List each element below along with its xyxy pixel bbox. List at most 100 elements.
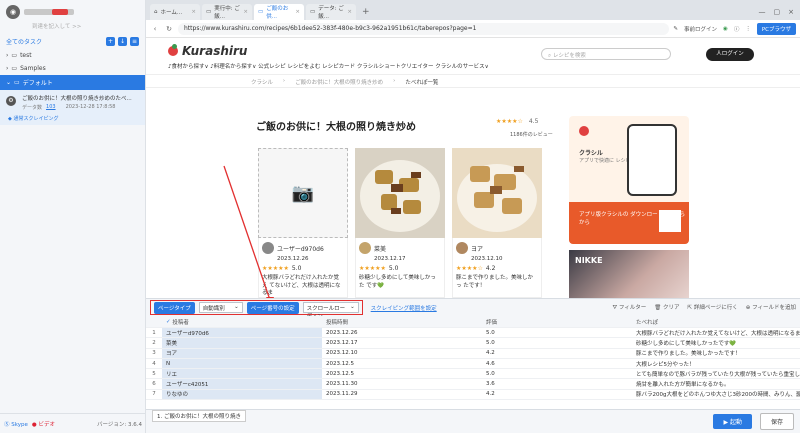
- address-bar: ‹ ↻ https://www.kurashiru.com/recipes/6b…: [146, 20, 800, 38]
- more-icon[interactable]: ⋮: [745, 26, 751, 32]
- rating: ★★★★☆ 4.5: [496, 118, 538, 125]
- folder-default[interactable]: ⌄ ▭ デフォルト: [0, 75, 145, 90]
- start-button[interactable]: ▶ 起動: [713, 414, 752, 429]
- tab-recipe[interactable]: ▭ ご飯のお供... ×: [254, 4, 304, 20]
- username-redacted: [24, 9, 74, 15]
- browser-window: ⌂ ホーム... × ▭ 実行中: ご飯... × ▭ ご飯のお供... × ▭ データ: ご…: [146, 0, 800, 298]
- task-count[interactable]: 103: [46, 104, 56, 111]
- refresh-icon[interactable]: ↻: [164, 25, 174, 33]
- column-header[interactable]: ✓ 投稿者: [162, 316, 322, 327]
- url-input[interactable]: https://www.kurashiru.com/recipes/6b1dee…: [178, 22, 670, 35]
- all-tasks-title[interactable]: 全てのタスク: [6, 37, 42, 46]
- task-tab[interactable]: 1. ご飯のお供に！大根の照り焼き: [152, 409, 246, 422]
- chevron-down-icon: ⌄: [6, 79, 12, 86]
- advertisement[interactable]: NIKKE: [569, 250, 689, 298]
- tasks-header: 全てのタスク + ↓ ≡: [0, 34, 145, 49]
- sort-icon[interactable]: ≡: [130, 37, 139, 46]
- maximize-icon[interactable]: ▢: [774, 8, 781, 16]
- pagination-select[interactable]: スクロールローディン⌄: [302, 302, 359, 320]
- table-header: ✓ 投稿者 投稿時間 評価 たべれぽ: [146, 316, 800, 328]
- pre-login-button[interactable]: 事前ログイン: [684, 25, 717, 33]
- login-button[interactable]: 人ログイン: [706, 48, 754, 61]
- food-photo: [355, 148, 445, 238]
- chevron-down-icon: ⌄: [350, 304, 355, 310]
- pc-browser-button[interactable]: PCブラウザ: [756, 22, 796, 35]
- review-count[interactable]: 1186件のレビュー: [510, 131, 553, 138]
- extension-icon[interactable]: ◉: [723, 26, 728, 32]
- close-window-icon[interactable]: ×: [788, 8, 794, 16]
- table-row[interactable]: 4 N 2023.12.5 4.6 大根レシピ5分やった！: [146, 358, 800, 370]
- table-row[interactable]: 7 りなゆの 2023.11.29 4.2 豚バラ200g大根をどのホんつゆ大さじ3砂2…: [146, 389, 800, 401]
- table-row[interactable]: 6 ユーザーc42051 2023.11.30 3.6 焼甘を離入れた方が簡単になるかも…: [146, 379, 800, 390]
- add-field-button[interactable]: ⊕ フィールドを追加: [746, 303, 796, 312]
- recipe-search-input[interactable]: ⌕ レシピを検索: [541, 48, 671, 60]
- breadcrumb: クラシル › ご飯のお供に！大根の照り焼き炒め › たべれぽ一覧: [146, 74, 800, 88]
- user-profile[interactable]: ◉: [0, 0, 145, 24]
- page-type-select[interactable]: 自動識別 ⌄: [198, 302, 243, 313]
- review-card[interactable]: 菜美 2023.12.17 ★★★★★ 5.0 砂糖少し多めにして美味しかった で…: [355, 148, 445, 298]
- trash-icon: 🗑: [654, 305, 662, 311]
- robot-icon: ⚙: [6, 96, 16, 106]
- folder-test[interactable]: › ▭ test: [0, 49, 145, 62]
- review-card[interactable]: 📷 ユーザーd970d6 2023.12.26 ★★★★★ 5.0 大根豚バラどれ…: [258, 148, 348, 298]
- chevron-right-icon: ›: [6, 65, 9, 72]
- folder-icon: ▭: [11, 65, 18, 72]
- data-table: ✓ 投稿者 投稿時間 評価 たべれぽ 1 ユーザーd970d6 2023.12.26…: [146, 316, 800, 409]
- extraction-toolbar: ページタイプ 自動識別⌄ ページ番号の設定 スクロールローディン⌄ スクレイピン…: [146, 298, 800, 320]
- save-button[interactable]: 保存: [759, 413, 794, 430]
- webpage: Kurashiru ♪食材から探す∨ ♪料理名から探す∨ 公式レシピ レシピをよ…: [146, 38, 800, 298]
- new-tab-icon[interactable]: +: [358, 7, 374, 20]
- table-row[interactable]: 3 ヨア 2023.12.10 4.2 豚こまで作りました。美味しかったです！: [146, 348, 800, 359]
- tab-bar: ⌂ ホーム... × ▭ 実行中: ご飯... × ▭ ご飯のお供... × ▭ データ: ご…: [146, 0, 800, 20]
- video-link[interactable]: ● ビデオ: [32, 420, 55, 428]
- page-icon: ▭: [258, 9, 264, 15]
- table-row[interactable]: 1 ユーザーd970d6 2023.12.26 5.0 大根豚バラどれだけ入れたか覚えて…: [146, 328, 800, 339]
- folder-samples[interactable]: › ▭ Samples: [0, 62, 145, 75]
- profile-hint[interactable]: 到達を記入して >>: [0, 22, 145, 30]
- camera-icon: 📷: [258, 148, 348, 238]
- page-icon: ▭: [206, 9, 212, 15]
- close-icon: ×: [243, 9, 248, 15]
- edit-icon[interactable]: ✎: [673, 26, 678, 32]
- detail-page-button[interactable]: ⇱ 詳細ページに行く: [688, 303, 738, 312]
- rating-stars: ★★★★☆: [496, 118, 523, 125]
- filter-button[interactable]: ⛛ フィルター: [612, 303, 646, 312]
- close-icon: ×: [295, 9, 300, 15]
- close-icon: ×: [347, 9, 352, 15]
- version-label: バージョン: 3.6.4: [97, 421, 142, 428]
- tab-home[interactable]: ⌂ ホーム... ×: [150, 4, 200, 20]
- tab-data[interactable]: ▭ データ: ご飯... ×: [306, 4, 356, 20]
- tab-running[interactable]: ▭ 実行中: ご飯... ×: [202, 4, 252, 20]
- crumb-recipe[interactable]: ご飯のお供に！大根の照り焼き炒め: [295, 78, 383, 87]
- minimize-icon[interactable]: —: [759, 8, 766, 16]
- info-icon[interactable]: ⓘ: [734, 25, 740, 33]
- new-folder-icon[interactable]: +: [106, 37, 115, 46]
- app-promo[interactable]: クラシル アプリで快適に レシピを見る アプリ版クラシルの ダウンロードはこちら…: [569, 116, 689, 244]
- back-icon[interactable]: ‹: [150, 25, 160, 33]
- kurashiru-logo-icon: [168, 44, 178, 56]
- task-type: 通常スクレイピング: [13, 116, 59, 122]
- column-header[interactable]: 評価: [482, 318, 632, 326]
- close-icon: ×: [191, 9, 196, 15]
- avatar: [262, 242, 274, 254]
- rating-value: 4.5: [528, 118, 539, 125]
- clear-button[interactable]: 🗑 クリア: [654, 303, 679, 312]
- check-icon: ✓: [166, 318, 171, 325]
- scrape-range-link[interactable]: スクレイピング範囲を設定: [371, 304, 437, 312]
- table-row[interactable]: 5 リエ 2023.12.5 5.0 とても簡単なので豚バラが残っていたり大根が残ってい…: [146, 369, 800, 380]
- task-item[interactable]: ⚙ ご飯のお供に！大根の照り焼き炒めのたべ... データ数 103 2023-1…: [0, 90, 145, 125]
- app-download-banner[interactable]: アプリ版クラシルの ダウンロードはこちらから: [569, 202, 689, 244]
- site-nav[interactable]: ♪食材から探す∨ ♪料理名から探す∨ 公式レシピ レシピをよむ レシピカード ク…: [168, 62, 800, 70]
- crumb-home[interactable]: クラシル: [251, 78, 273, 87]
- task-sidebar: ◉ 到達を記入して >> 全てのタスク + ↓ ≡ › ▭ test › ▭ S…: [0, 0, 146, 433]
- import-icon[interactable]: ↓: [118, 37, 127, 46]
- review-card[interactable]: ヨア 2023.12.10 ★★★★☆ 4.2 豚こまで作りました。美味しかっ た…: [452, 148, 542, 298]
- plus-icon: ⊕: [745, 305, 751, 311]
- task-title: ご飯のお供に！大根の照り焼き炒めのたべ...: [22, 96, 132, 102]
- kurashiru-logo-icon: [579, 126, 589, 136]
- table-row[interactable]: 2 菜美 2023.12.17 5.0 砂糖少し多めにして美味しかったです💚: [146, 338, 800, 349]
- task-date: 2023-12-28 17:8:58: [65, 104, 116, 110]
- skype-link[interactable]: Ⓢ Skype: [4, 420, 28, 428]
- column-header[interactable]: 投稿時間: [322, 318, 482, 326]
- column-header[interactable]: たべれぽ: [632, 318, 800, 326]
